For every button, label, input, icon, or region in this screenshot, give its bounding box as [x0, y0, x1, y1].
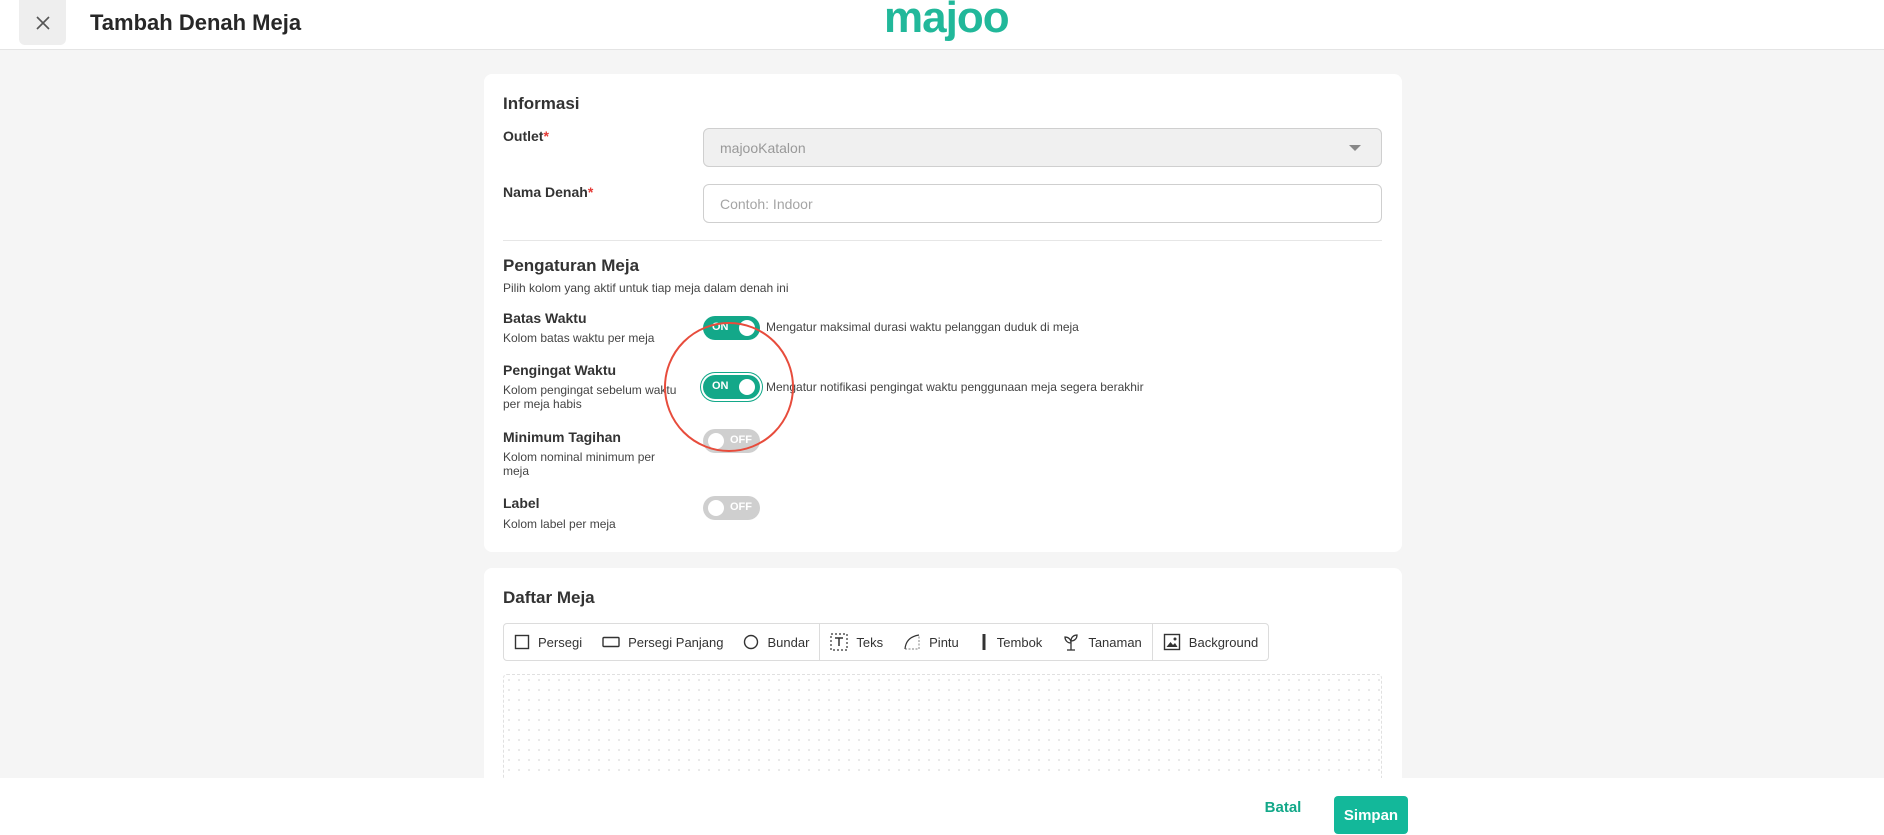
outlet-select[interactable]: majooKatalon — [703, 128, 1382, 167]
text-icon — [830, 633, 849, 651]
save-button[interactable]: Simpan — [1334, 796, 1408, 834]
shape-toolbar: Persegi Persegi Panjang Bundar Teks Pint… — [503, 623, 1270, 661]
nama-denah-input[interactable] — [703, 184, 1382, 223]
outlet-select-value: majooKatalon — [720, 139, 806, 156]
page-title: Tambah Denah Meja — [90, 10, 302, 35]
tool-teks[interactable]: Teks — [819, 624, 893, 660]
outlet-label: Outlet* — [503, 128, 549, 144]
tool-background[interactable]: Background — [1151, 624, 1268, 660]
square-icon — [514, 634, 530, 650]
option-desc-batas-waktu: Mengatur maksimal durasi waktu pelanggan… — [766, 320, 1079, 334]
door-icon — [904, 634, 920, 650]
option-sub-label: Kolom label per meja — [503, 517, 616, 531]
chevron-down-icon — [1349, 145, 1361, 151]
option-sub-pengingat-waktu: Kolom pengingat sebelum waktu per meja h… — [503, 383, 677, 411]
toggle-pengingat-waktu[interactable]: ON — [703, 375, 760, 399]
toggle-label[interactable]: OFF — [703, 496, 760, 520]
option-desc-pengingat-waktu: Mengatur notifikasi pengingat waktu peng… — [766, 380, 1144, 394]
footer-bar: Batal Simpan — [0, 778, 1884, 835]
close-button[interactable] — [19, 0, 66, 45]
option-title-label: Label — [503, 495, 540, 511]
toggle-batas-waktu[interactable]: ON — [703, 316, 760, 340]
option-title-pengingat-waktu: Pengingat Waktu — [503, 362, 617, 378]
rectangle-icon — [602, 636, 620, 648]
option-sub-minimum-tagihan: Kolom nominal minimum per meja — [503, 450, 656, 478]
informasi-title: Informasi — [503, 94, 580, 113]
tool-bundar[interactable]: Bundar — [733, 624, 819, 660]
top-bar: Tambah Denah Meja majoo — [0, 0, 1884, 50]
option-title-batas-waktu: Batas Waktu — [503, 310, 587, 326]
circle-icon — [744, 634, 759, 650]
section-divider — [503, 240, 1382, 241]
option-sub-batas-waktu: Kolom batas waktu per meja — [503, 331, 655, 345]
option-title-minimum-tagihan: Minimum Tagihan — [503, 429, 621, 445]
plant-icon — [1064, 634, 1078, 651]
toggle-knob — [739, 320, 755, 336]
close-icon — [35, 15, 50, 30]
tool-pintu[interactable]: Pintu — [893, 624, 969, 660]
tool-persegi-panjang[interactable]: Persegi Panjang — [592, 624, 733, 660]
pengaturan-subtitle: Pilih kolom yang aktif untuk tiap meja d… — [503, 281, 789, 295]
tool-tembok[interactable]: Tembok — [969, 624, 1053, 660]
toggle-knob — [708, 500, 724, 516]
informasi-card: Informasi Outlet* majooKatalon Nama Dena… — [484, 74, 1402, 552]
wall-icon — [982, 634, 986, 650]
tool-tanaman[interactable]: Tanaman — [1052, 624, 1151, 660]
daftar-meja-title: Daftar Meja — [503, 588, 595, 607]
image-icon — [1163, 633, 1180, 651]
cancel-button[interactable]: Batal — [1250, 795, 1316, 819]
toggle-minimum-tagihan[interactable]: OFF — [703, 429, 760, 453]
pengaturan-title: Pengaturan Meja — [503, 256, 640, 275]
nama-denah-label: Nama Denah* — [503, 184, 594, 200]
toggle-knob — [739, 379, 755, 395]
toggle-knob — [708, 433, 724, 449]
majoo-logo: majoo — [884, 0, 1010, 42]
tool-persegi[interactable]: Persegi — [504, 624, 592, 660]
